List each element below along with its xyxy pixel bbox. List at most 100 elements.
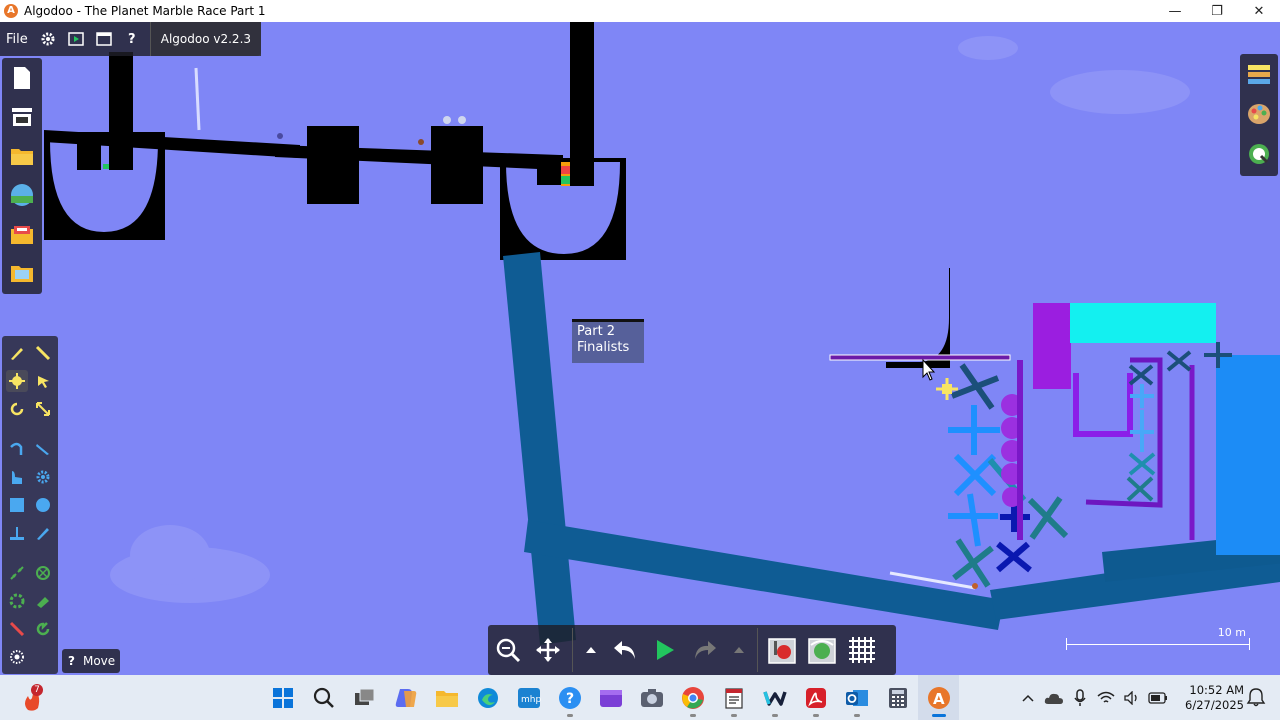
- scene-panel: [2, 58, 42, 294]
- simulation-toolbar: [488, 625, 896, 675]
- gravity-icon[interactable]: [762, 628, 802, 672]
- purple-block: [1033, 303, 1071, 389]
- play-icon[interactable]: [645, 628, 685, 672]
- onedrive-icon[interactable]: [1044, 688, 1064, 708]
- gear-tool-icon[interactable]: [32, 466, 54, 488]
- materials-icon[interactable]: [1240, 54, 1278, 94]
- zoom-icon[interactable]: [488, 628, 528, 672]
- undo-menu-icon[interactable]: [577, 628, 605, 672]
- clipchamp-icon[interactable]: [590, 675, 631, 720]
- circle-tool-icon[interactable]: [32, 494, 54, 516]
- help-button[interactable]: ?: [118, 22, 146, 56]
- appearance-icon[interactable]: [1240, 94, 1278, 134]
- running-indicator: [771, 714, 778, 717]
- notification-widget[interactable]: 7: [18, 684, 46, 712]
- battery-icon[interactable]: [1148, 688, 1168, 708]
- chrome-icon[interactable]: [672, 675, 713, 720]
- file-menu[interactable]: File: [0, 22, 34, 56]
- thruster-tool-icon[interactable]: [32, 618, 54, 640]
- grid-icon[interactable]: [842, 628, 882, 672]
- help-icon[interactable]: ?: [68, 654, 75, 668]
- algobox-icon[interactable]: [2, 175, 42, 214]
- task-view-icon[interactable]: [344, 675, 385, 720]
- mhp-icon[interactable]: mhp: [508, 675, 549, 720]
- new-scene-icon[interactable]: [2, 58, 42, 97]
- algodoo-taskbar-icon[interactable]: A: [918, 675, 959, 720]
- clock-date: 6/27/2025: [1185, 698, 1244, 712]
- running-indicator: [730, 714, 737, 717]
- drag-tool-icon[interactable]: [32, 370, 54, 392]
- scene-canvas[interactable]: File ? Algodoo v2.2.3 ? Move Part 2 Fina…: [0, 22, 1280, 675]
- notepad-icon[interactable]: [713, 675, 754, 720]
- plane-tool-icon[interactable]: [6, 522, 28, 544]
- wifi-icon[interactable]: [1096, 688, 1116, 708]
- rotate-tool-icon[interactable]: [6, 398, 28, 420]
- scene-icon[interactable]: [62, 22, 90, 56]
- axle-tool-icon[interactable]: [6, 590, 28, 612]
- start-icon[interactable]: [262, 675, 303, 720]
- spring-tool-icon[interactable]: [6, 646, 28, 668]
- blue-block: [1216, 355, 1280, 555]
- box-tool-icon[interactable]: [6, 494, 28, 516]
- marble: [443, 116, 451, 124]
- scene-annotation[interactable]: Part 2 Finalists: [572, 319, 644, 363]
- running-indicator: [931, 714, 946, 717]
- toolbox-icon[interactable]: [2, 214, 42, 253]
- acrobat-icon[interactable]: [795, 675, 836, 720]
- outlook-icon[interactable]: [836, 675, 877, 720]
- redo-icon[interactable]: [685, 628, 725, 672]
- copilot-icon[interactable]: [385, 675, 426, 720]
- undo-icon[interactable]: [605, 628, 645, 672]
- right-panel: [1240, 54, 1278, 176]
- svg-text:?: ?: [566, 691, 574, 707]
- air-friction-icon[interactable]: [802, 628, 842, 672]
- version-label: Algodoo v2.2.3: [149, 22, 262, 56]
- window-icon[interactable]: [90, 22, 118, 56]
- svg-text:A: A: [933, 690, 945, 708]
- microphone-icon[interactable]: [1070, 688, 1090, 708]
- right-funnel: [500, 22, 626, 260]
- volume-icon[interactable]: [1122, 688, 1142, 708]
- open-folder-icon[interactable]: [2, 136, 42, 175]
- move-tool-icon[interactable]: [6, 370, 28, 392]
- cut-tool-icon[interactable]: [32, 342, 54, 364]
- tracer-tool-icon[interactable]: [32, 590, 54, 612]
- calculator-icon[interactable]: [877, 675, 918, 720]
- notification-center-icon[interactable]: [1246, 687, 1266, 707]
- system-clock[interactable]: 10:52 AM 6/27/2025: [1182, 683, 1244, 713]
- scale-tool-icon[interactable]: [32, 398, 54, 420]
- hinge-tool-icon[interactable]: [32, 562, 54, 584]
- block: [307, 126, 359, 204]
- chain-tool-icon[interactable]: [6, 562, 28, 584]
- help-icon[interactable]: ?: [549, 675, 590, 720]
- selected-plank[interactable]: [829, 354, 1011, 361]
- window-title: Algodoo - The Planet Marble Race Part 1: [24, 4, 266, 18]
- maximize-button[interactable]: ❐: [1196, 0, 1238, 22]
- edge-icon[interactable]: [467, 675, 508, 720]
- cloud: [958, 36, 1018, 60]
- rope-tool-icon[interactable]: [6, 438, 28, 460]
- chevron-up-icon[interactable]: [1018, 688, 1038, 708]
- webex-icon[interactable]: [754, 675, 795, 720]
- redo-menu-icon[interactable]: [725, 628, 753, 672]
- pan-icon[interactable]: [528, 628, 568, 672]
- brush-tool-icon[interactable]: [6, 466, 28, 488]
- scene-list-icon[interactable]: [2, 97, 42, 136]
- minimize-button[interactable]: —: [1154, 0, 1196, 22]
- knife-tool-icon[interactable]: [32, 438, 54, 460]
- information-icon[interactable]: [1240, 134, 1278, 174]
- laser-tool-icon[interactable]: [6, 618, 28, 640]
- sketch-tool-icon[interactable]: [6, 342, 28, 364]
- pencil-tool-icon[interactable]: [32, 522, 54, 544]
- close-button[interactable]: ✕: [1238, 0, 1280, 22]
- search-icon[interactable]: [303, 675, 344, 720]
- clock-time: 10:52 AM: [1189, 683, 1244, 697]
- scale-tick: [1066, 638, 1067, 650]
- camera-icon[interactable]: [631, 675, 672, 720]
- running-indicator: [812, 714, 819, 717]
- gear-icon[interactable]: [34, 22, 62, 56]
- browse-folder-icon[interactable]: [2, 253, 42, 292]
- scale-label: 10 m: [1217, 626, 1246, 639]
- running-indicator: [566, 714, 573, 717]
- file-explorer-icon[interactable]: [426, 675, 467, 720]
